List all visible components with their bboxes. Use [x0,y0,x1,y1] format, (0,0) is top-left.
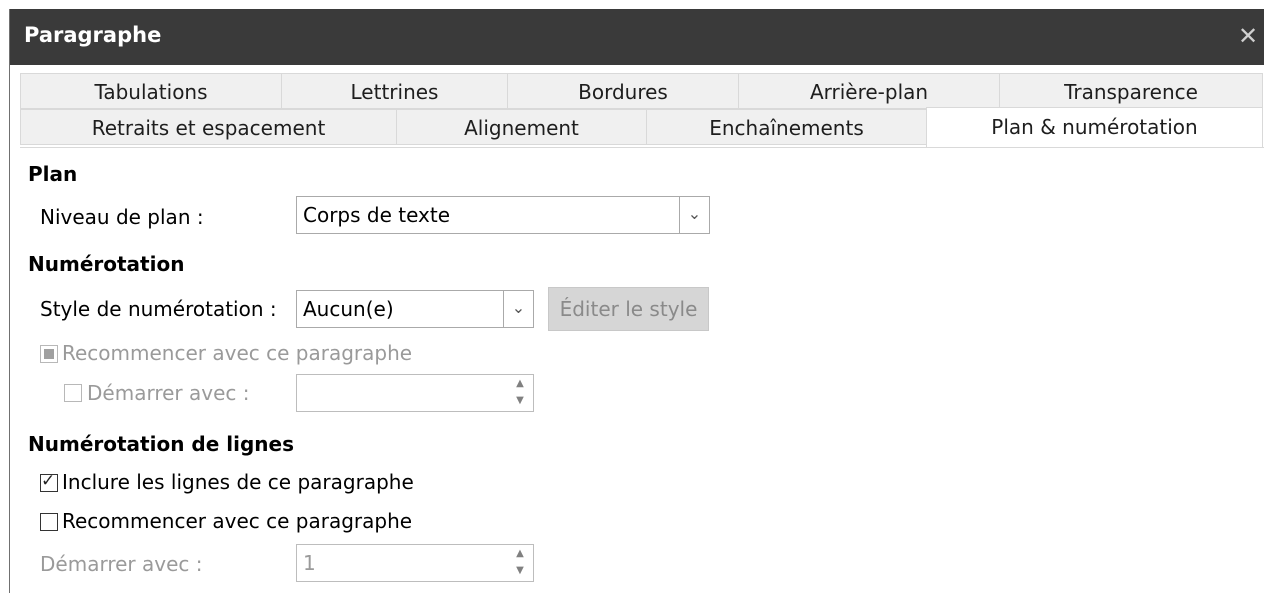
indeterminate-mark [44,349,54,359]
line-start-value: 1 [303,551,316,575]
chevron-down-icon[interactable]: ⌄ [679,197,709,233]
restart-lines-checkbox[interactable] [40,513,58,531]
start-with-label: Démarrer avec : [87,381,250,405]
tab-alignement[interactable]: Alignement [396,109,647,145]
include-lines-label: Inclure les lignes de ce paragraphe [62,470,414,494]
edit-style-button[interactable]: Éditer le style [548,287,709,331]
tab-content-panel: Plan Niveau de plan : Corps de texte ⌄ N… [20,147,1264,594]
start-with-checkbox[interactable] [64,384,82,402]
tab-retraits-espacement[interactable]: Retraits et espacement [20,109,397,145]
title-bar: Paragraphe ✕ [10,9,1264,65]
line-start-spinner[interactable]: 1 ▲ ▼ [296,544,534,582]
tab-arriere-plan[interactable]: Arrière-plan [738,73,1000,109]
tab-bordures[interactable]: Bordures [507,73,739,109]
plan-heading: Plan [28,162,78,186]
spin-down-icon[interactable]: ▼ [511,393,529,409]
outline-level-label: Niveau de plan : [40,205,204,229]
include-lines-checkbox[interactable]: ✓ [40,471,58,492]
outline-level-dropdown[interactable]: Corps de texte ⌄ [296,196,710,234]
paragraph-dialog: Paragraphe ✕ Tabulations Lettrines Bordu… [9,9,1264,594]
spin-up-icon[interactable]: ▲ [511,546,529,562]
line-start-label: Démarrer avec : [40,552,203,576]
numbering-style-dropdown[interactable]: Aucun(e) ⌄ [296,290,534,328]
close-icon[interactable]: ✕ [1235,21,1261,51]
tab-lettrines[interactable]: Lettrines [281,73,508,109]
dialog-title: Paragraphe [24,23,162,47]
numbering-style-label: Style de numérotation : [40,297,277,321]
restart-numbering-label: Recommencer avec ce paragraphe [62,341,413,365]
numbering-style-value: Aucun(e) [303,297,394,321]
numbering-heading: Numérotation [28,252,185,276]
tab-tabulations[interactable]: Tabulations [20,73,282,109]
check-icon: ✓ [41,471,56,491]
restart-numbering-checkbox[interactable] [40,345,58,363]
restart-lines-label: Recommencer avec ce paragraphe [62,509,413,533]
tab-enchainements[interactable]: Enchaînements [646,109,927,145]
chevron-down-icon[interactable]: ⌄ [503,291,533,327]
tab-plan-numerotation[interactable]: Plan & numérotation [926,107,1263,148]
start-with-spinner[interactable]: ▲ ▼ [296,374,534,412]
spin-up-icon[interactable]: ▲ [511,376,529,392]
spin-down-icon[interactable]: ▼ [511,563,529,579]
tab-transparence[interactable]: Transparence [999,73,1263,109]
outline-level-value: Corps de texte [303,203,451,227]
line-numbering-heading: Numérotation de lignes [28,432,294,456]
